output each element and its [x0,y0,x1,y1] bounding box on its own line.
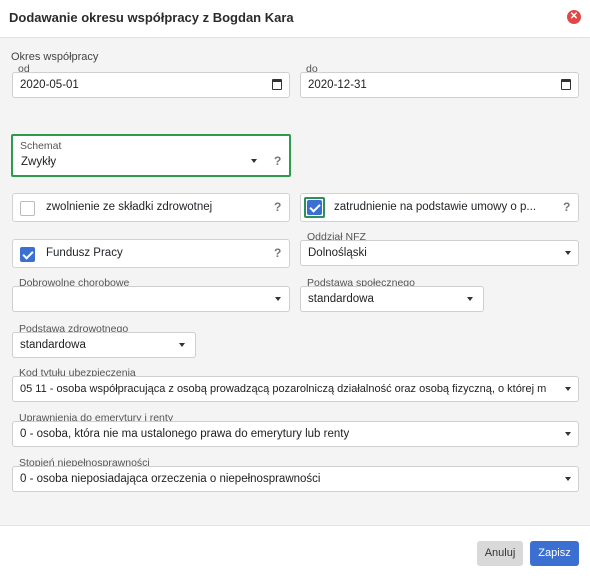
close-icon[interactable]: ✕ [567,10,581,24]
chevron-down-icon[interactable] [179,343,185,347]
calendar-icon[interactable] [561,79,571,90]
help-icon[interactable]: ? [274,200,281,214]
health-base-value: standardowa [20,339,86,351]
help-icon[interactable]: ? [563,200,570,214]
social-base-select[interactable]: standardowa [300,286,484,312]
labor-fund-checkbox[interactable] [20,247,35,262]
period-label: Okres współpracy [11,51,99,63]
to-date-value: 2020-12-31 [308,79,367,91]
help-icon[interactable]: ? [274,154,281,168]
nfz-select[interactable]: Dolnośląski [300,240,579,266]
chevron-down-icon[interactable] [565,477,571,481]
health-exempt-checkbox-row[interactable]: zwolnienie ze składki zdrowotnej ? [12,193,290,222]
employment-checkbox[interactable] [307,200,322,215]
nfz-value: Dolnośląski [308,247,367,259]
schema-value: Zwykły [21,156,57,168]
chevron-down-icon[interactable] [275,297,281,301]
chevron-down-icon[interactable] [565,387,571,391]
dialog-footer: Anuluj Zapisz [0,525,590,576]
cancel-button[interactable]: Anuluj [477,541,523,566]
schema-field[interactable]: Schemat Zwykły ? [11,134,291,177]
disability-select[interactable]: 0 - osoba nieposiadająca orzeczenia o ni… [12,466,579,492]
from-date-input[interactable]: 2020-05-01 [12,72,290,98]
dialog-title: Dodawanie okresu współpracy z Bogdan Kar… [9,10,294,25]
health-exempt-checkbox[interactable] [20,201,35,216]
health-exempt-label: zwolnienie ze składki zdrowotnej [46,201,213,213]
health-base-select[interactable]: standardowa [12,332,196,358]
chevron-down-icon[interactable] [565,251,571,255]
pension-rights-value: 0 - osoba, która nie ma ustalonego prawa… [20,428,350,440]
labor-fund-checkbox-row[interactable]: Fundusz Pracy ? [12,239,290,268]
employment-checkbox-row[interactable]: zatrudnienie na podstawie umowy o p... ? [300,193,579,222]
chevron-down-icon[interactable] [565,432,571,436]
employment-label: zatrudnienie na podstawie umowy o p... [334,201,537,213]
to-date-input[interactable]: 2020-12-31 [300,72,579,98]
calendar-icon[interactable] [272,79,282,90]
social-base-value: standardowa [308,293,374,305]
save-button[interactable]: Zapisz [530,541,579,566]
from-date-value: 2020-05-01 [20,79,79,91]
voluntary-sickness-select[interactable] [12,286,290,312]
help-icon[interactable]: ? [274,246,281,260]
insurance-code-select[interactable]: 05 11 - osoba współpracująca z osobą pro… [12,376,579,402]
chevron-down-icon[interactable] [467,297,473,301]
dialog-header: Dodawanie okresu współpracy z Bogdan Kar… [0,0,590,38]
schema-label: Schemat [20,140,62,152]
pension-rights-select[interactable]: 0 - osoba, która nie ma ustalonego prawa… [12,421,579,447]
disability-value: 0 - osoba nieposiadająca orzeczenia o ni… [20,473,321,485]
chevron-down-icon[interactable] [251,159,257,163]
labor-fund-label: Fundusz Pracy [46,247,123,259]
insurance-code-value: 05 11 - osoba współpracująca z osobą pro… [20,383,547,395]
